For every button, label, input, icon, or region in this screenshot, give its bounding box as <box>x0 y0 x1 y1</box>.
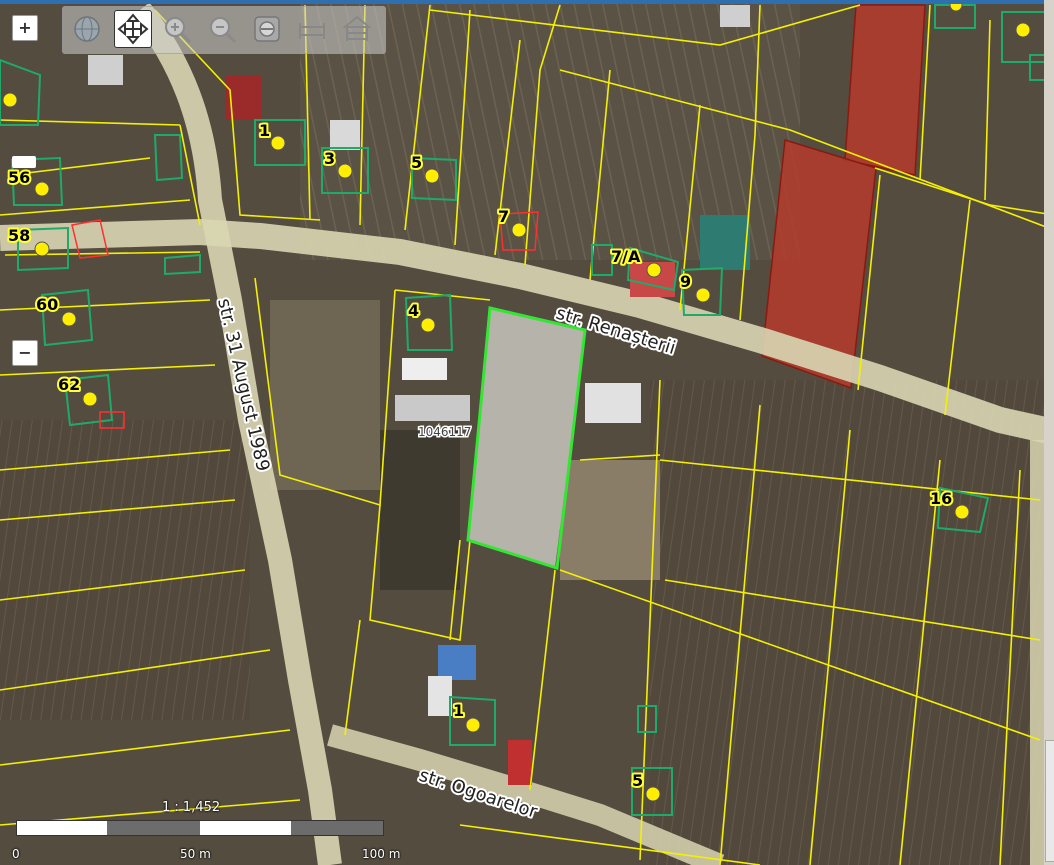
zoom-out-tool[interactable] <box>204 11 240 47</box>
house-number: 7 <box>498 207 509 226</box>
map-canvas[interactable]: 1 3 5 7 7/A 9 4 56 58 60 62 16 1 5 10461… <box>0 0 1054 865</box>
measure-tool[interactable] <box>294 11 330 47</box>
building-roof <box>508 740 532 785</box>
map-view[interactable]: 1 3 5 7 7/A 9 4 56 58 60 62 16 1 5 10461… <box>0 0 1054 865</box>
highlighted-parcel[interactable] <box>844 4 926 176</box>
house-number: 9 <box>680 272 691 291</box>
house-number: 5 <box>411 153 422 172</box>
building-roof <box>395 395 470 421</box>
building-roof <box>428 676 452 716</box>
house-number: 62 <box>58 375 80 394</box>
pan-tool[interactable] <box>114 10 152 48</box>
scale-bar <box>16 820 384 836</box>
house-number: 56 <box>8 168 30 187</box>
scrollbar-thumb[interactable] <box>1045 740 1054 862</box>
house-number: 58 <box>8 226 30 245</box>
house-number: 60 <box>36 295 58 314</box>
zoom-in-button[interactable]: + <box>12 15 38 41</box>
scale-label: 0 <box>12 847 20 861</box>
globe-tool[interactable] <box>69 11 105 47</box>
top-accent-bar <box>0 0 1054 4</box>
zoom-out-button[interactable]: − <box>12 340 38 366</box>
zoom-in-tool[interactable] <box>159 11 195 47</box>
map-toolbar <box>62 6 386 54</box>
building-roof <box>438 645 476 680</box>
vertical-scrollbar[interactable] <box>1044 0 1054 865</box>
building-roof <box>88 55 123 85</box>
parcel-id-label: 1046117 <box>418 425 471 439</box>
scale-ratio: 1 : 1,452 <box>162 800 221 815</box>
field-area <box>270 300 380 490</box>
zoom-slider-handle[interactable] <box>12 156 36 168</box>
full-extent-icon <box>254 16 280 42</box>
zoom-out-icon <box>210 17 237 44</box>
house-number: 7/A <box>611 247 641 266</box>
house-number: 1 <box>259 121 270 140</box>
measure-area-tool[interactable] <box>339 11 375 47</box>
field-area <box>380 430 460 590</box>
house-number: 3 <box>324 149 335 168</box>
building-roof <box>585 383 641 423</box>
scale-label: 50 m <box>180 847 211 861</box>
move-arrows-icon <box>117 13 149 45</box>
field-area <box>0 420 250 720</box>
house-number: 4 <box>408 301 419 320</box>
zoom-in-icon <box>165 17 192 44</box>
full-extent-tool[interactable] <box>249 11 285 47</box>
globe-icon <box>74 16 100 42</box>
house-number: 1 <box>453 701 464 720</box>
building-roof <box>402 358 447 380</box>
house-number: 16 <box>930 489 952 508</box>
building-roof <box>330 120 360 150</box>
building-roof <box>720 5 750 27</box>
building-roof <box>700 215 750 270</box>
area-icon <box>342 15 372 41</box>
field-area <box>560 460 660 580</box>
house-number: 5 <box>632 771 643 790</box>
ruler-icon <box>299 23 325 39</box>
scale-label: 100 m <box>362 847 401 861</box>
